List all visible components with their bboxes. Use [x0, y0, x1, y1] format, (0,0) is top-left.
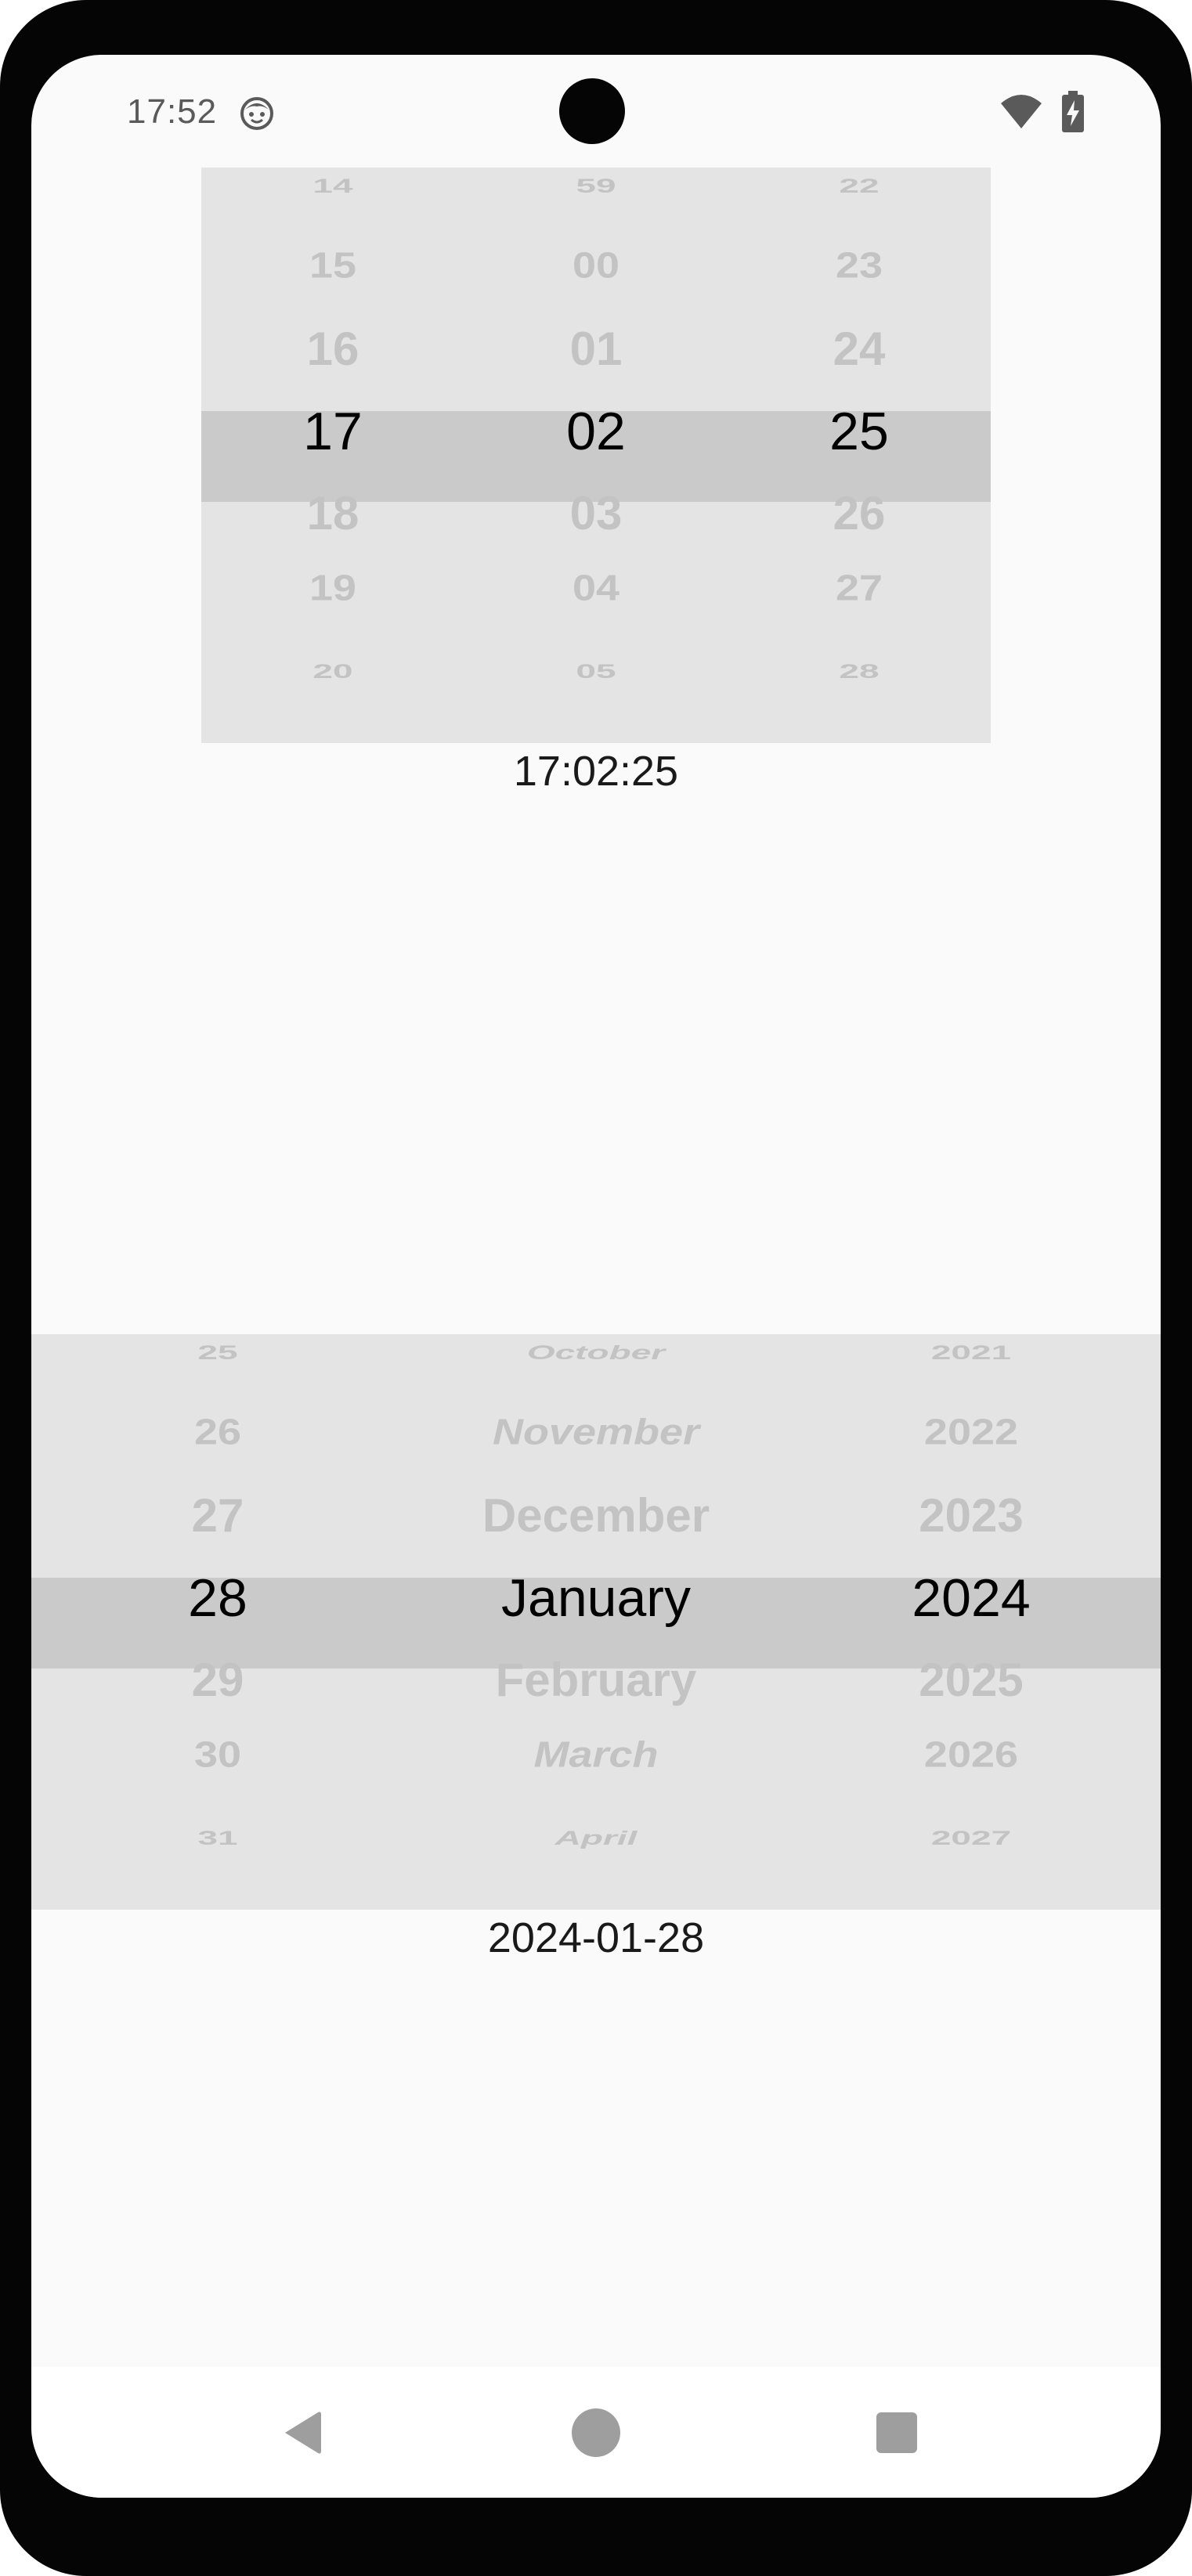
second-option[interactable]: 28: [728, 661, 991, 680]
status-bar: 17:52: [31, 55, 1161, 164]
hour-option[interactable]: 15: [201, 247, 464, 283]
month-option[interactable]: October: [407, 1342, 785, 1362]
month-selected[interactable]: January: [407, 1571, 785, 1625]
hour-option[interactable]: 14: [201, 175, 464, 195]
month-option[interactable]: March: [407, 1737, 785, 1773]
day-option[interactable]: 25: [31, 1342, 407, 1362]
year-option[interactable]: 2023: [785, 1492, 1161, 1539]
year-option[interactable]: 2025: [785, 1657, 1161, 1704]
month-option[interactable]: February: [407, 1657, 785, 1704]
back-button[interactable]: [271, 2401, 334, 2464]
day-option[interactable]: 27: [31, 1492, 407, 1539]
year-option[interactable]: 2027: [785, 1827, 1161, 1847]
selected-time-label: 17:02:25: [513, 748, 679, 795]
date-picker[interactable]: 25 26 27 28 29 30 31 October November De…: [31, 1334, 1161, 1910]
year-selected[interactable]: 2024: [785, 1571, 1161, 1625]
minute-option[interactable]: 01: [464, 326, 728, 373]
home-button[interactable]: [565, 2401, 627, 2464]
day-option[interactable]: 31: [31, 1827, 407, 1847]
second-option[interactable]: 26: [728, 490, 991, 537]
minute-option[interactable]: 05: [464, 661, 728, 680]
minute-wheel[interactable]: 59 00 01 02 03 04 05: [464, 168, 728, 743]
wifi-icon: [1001, 95, 1042, 128]
recents-button[interactable]: [865, 2401, 928, 2464]
day-selected[interactable]: 28: [31, 1571, 407, 1625]
month-option[interactable]: December: [407, 1492, 785, 1539]
hour-wheel[interactable]: 14 15 16 17 18 19 20: [201, 168, 464, 743]
time-picker[interactable]: 14 15 16 17 18 19 20 59 00 01 02 03 04 0…: [201, 168, 991, 743]
face-notification-icon: [240, 97, 273, 130]
front-camera: [559, 78, 625, 144]
minute-selected[interactable]: 02: [464, 405, 728, 458]
month-option[interactable]: April: [407, 1827, 785, 1847]
selected-date-label: 2024-01-28: [487, 1914, 705, 1961]
hour-option[interactable]: 20: [201, 661, 464, 680]
minute-option[interactable]: 03: [464, 490, 728, 537]
minute-option[interactable]: 00: [464, 247, 728, 283]
hour-option[interactable]: 16: [201, 326, 464, 373]
hour-option[interactable]: 18: [201, 490, 464, 537]
day-option[interactable]: 29: [31, 1657, 407, 1704]
status-time: 17:52: [127, 92, 218, 131]
second-wheel[interactable]: 22 23 24 25 26 27 28: [728, 168, 991, 743]
hour-option[interactable]: 19: [201, 570, 464, 606]
battery-charging-icon: [1062, 91, 1084, 132]
second-option[interactable]: 22: [728, 175, 991, 195]
home-icon: [572, 2408, 620, 2457]
second-option[interactable]: 27: [728, 570, 991, 606]
minute-option[interactable]: 59: [464, 175, 728, 195]
day-option[interactable]: 26: [31, 1414, 407, 1450]
screen: 17:52 14 15 16 17 18 19 20 59 00 01 02 0…: [31, 55, 1161, 2498]
recents-icon: [876, 2412, 917, 2453]
month-wheel[interactable]: October November December January Februa…: [407, 1334, 785, 1910]
second-option[interactable]: 24: [728, 326, 991, 373]
year-wheel[interactable]: 2021 2022 2023 2024 2025 2026 2027: [785, 1334, 1161, 1910]
day-wheel[interactable]: 25 26 27 28 29 30 31: [31, 1334, 407, 1910]
year-option[interactable]: 2022: [785, 1414, 1161, 1450]
minute-option[interactable]: 04: [464, 570, 728, 606]
second-selected[interactable]: 25: [728, 405, 991, 458]
second-option[interactable]: 23: [728, 247, 991, 283]
month-option[interactable]: November: [407, 1414, 785, 1450]
phone-frame: 17:52 14 15 16 17 18 19 20 59 00 01 02 0…: [0, 0, 1192, 2576]
year-option[interactable]: 2021: [785, 1342, 1161, 1362]
day-option[interactable]: 30: [31, 1737, 407, 1773]
back-icon: [285, 2412, 321, 2454]
hour-selected[interactable]: 17: [201, 405, 464, 458]
navigation-bar: [31, 2367, 1161, 2498]
year-option[interactable]: 2026: [785, 1737, 1161, 1773]
